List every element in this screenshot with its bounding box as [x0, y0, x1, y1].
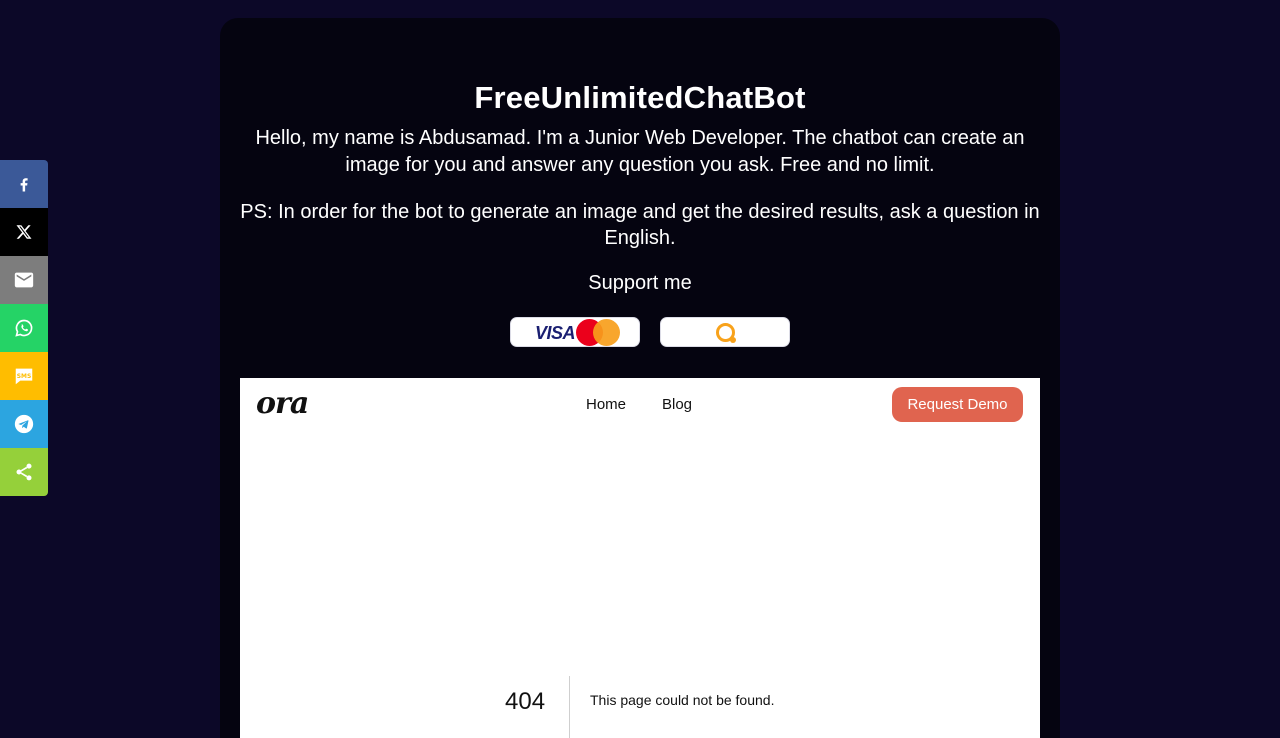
mastercard-overlap-icon [593, 319, 620, 346]
visa-logo: VISA [535, 323, 576, 343]
qiwi-icon-dot [730, 337, 736, 343]
facebook-share-button[interactable] [0, 160, 48, 208]
ora-logo[interactable]: ora [256, 386, 309, 421]
email-icon [14, 272, 34, 288]
error-message: This page could not be found. [590, 692, 775, 708]
telegram-share-button[interactable] [0, 400, 48, 448]
email-share-button[interactable] [0, 256, 48, 304]
intro-text: Hello, my name is Abdusamad. I'm a Junio… [255, 127, 1025, 176]
ps-note: PS: In order for the bot to generate an … [240, 201, 1040, 249]
sms-share-button[interactable]: SMS [0, 352, 48, 400]
support-label: Support me [588, 272, 692, 294]
more-share-button[interactable] [0, 448, 48, 496]
page-title: FreeUnlimitedChatBot [474, 80, 806, 115]
share-icon [16, 463, 32, 481]
whatsapp-icon [15, 319, 33, 337]
facebook-icon [20, 178, 28, 192]
qiwi-button[interactable] [660, 317, 790, 347]
x-icon [16, 225, 32, 239]
main-card: FreeUnlimitedChatBot Hello, my name is A… [220, 18, 1060, 738]
error-code: 404 [505, 688, 546, 715]
visa-mastercard-button[interactable]: VISA [510, 317, 640, 347]
embedded-chatbot-frame[interactable]: ora Home Blog Request Demo 404 This page… [240, 378, 1040, 738]
request-demo-button[interactable]: Request Demo [892, 387, 1023, 422]
nav-blog-link[interactable]: Blog [662, 396, 692, 413]
telegram-icon [14, 414, 34, 434]
error-divider [569, 676, 570, 738]
x-share-button[interactable] [0, 208, 48, 256]
social-share-bar: SMS [0, 160, 48, 496]
nav-home-link[interactable]: Home [586, 396, 626, 413]
whatsapp-share-button[interactable] [0, 304, 48, 352]
sms-icon: SMS [15, 368, 33, 385]
svg-text:SMS: SMS [17, 373, 31, 380]
